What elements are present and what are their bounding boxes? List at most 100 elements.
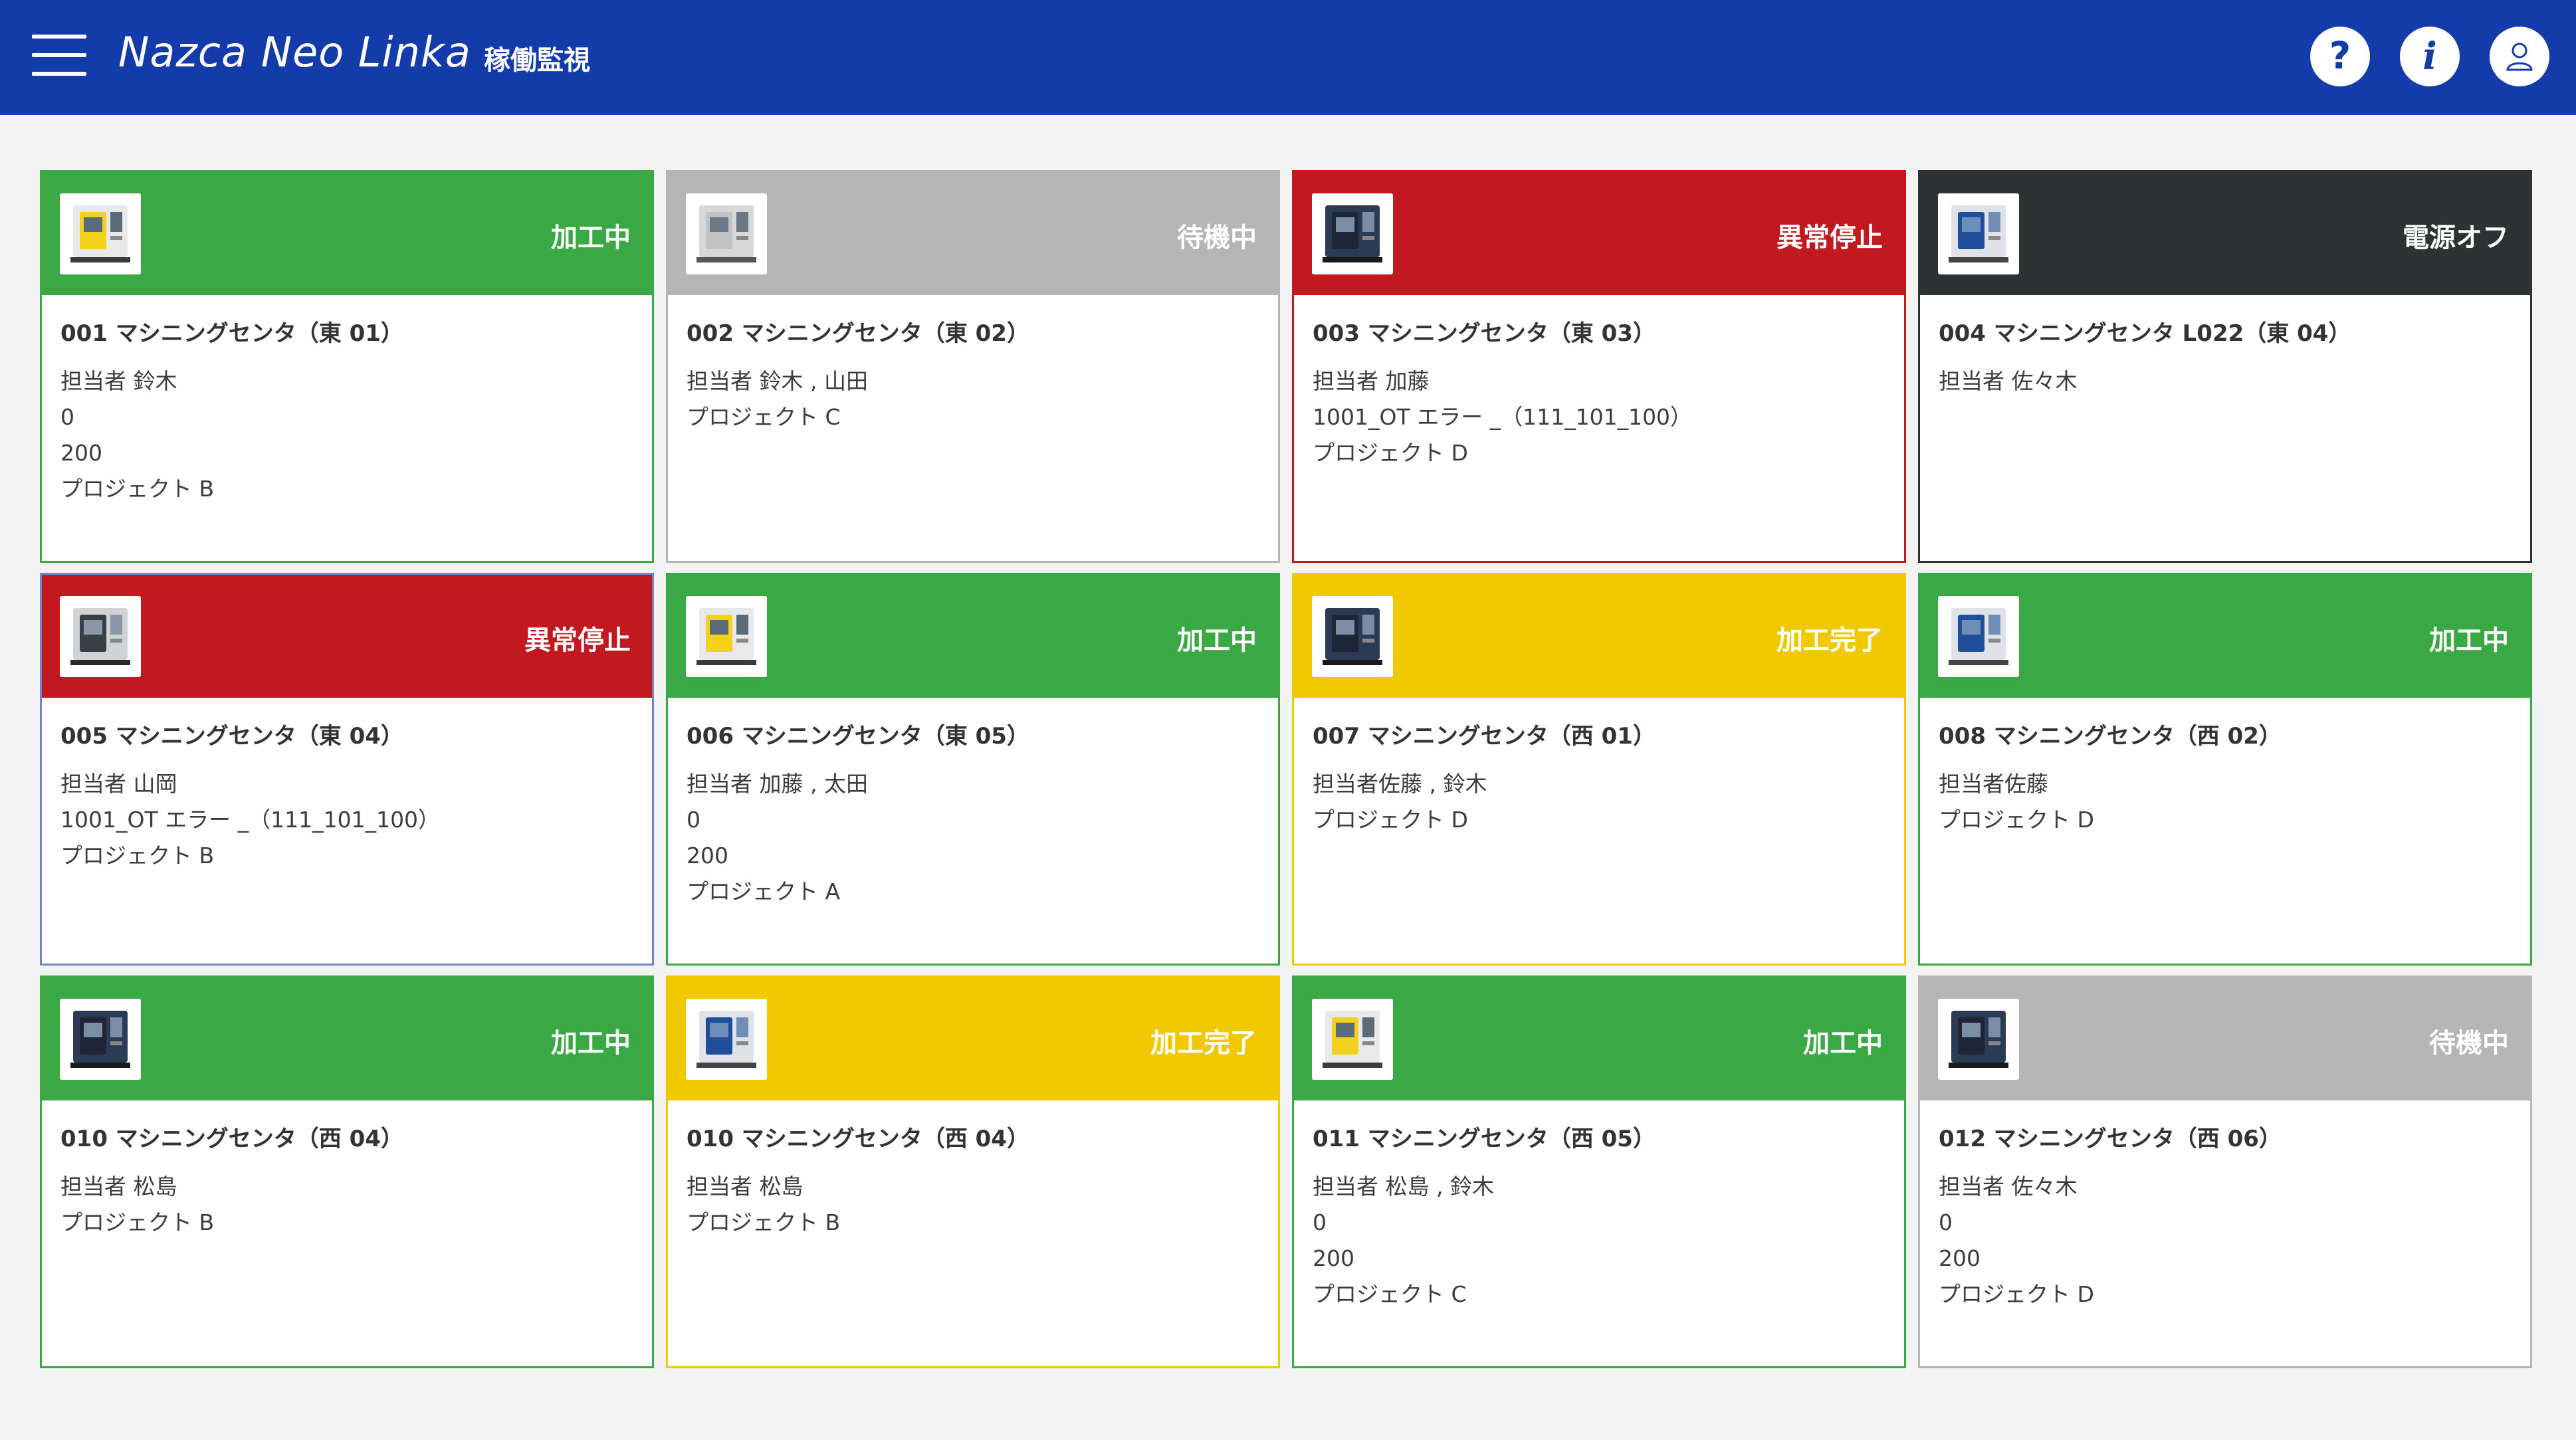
card-detail-line: 0 bbox=[60, 404, 74, 430]
machine-name: 001 マシニングセンタ（東 01） bbox=[60, 320, 403, 347]
card-detail-line: 担当者 佐々木 bbox=[1939, 368, 2078, 394]
machine-card[interactable]: 加工完了 007 マシニングセンタ（西 01） 担当者佐藤 , 鈴木 プロジェクト D bbox=[1292, 573, 1906, 966]
card-detail-line: プロジェクト C bbox=[687, 404, 841, 430]
card-status-header: 加工中 bbox=[1920, 575, 2530, 698]
card-body: 010 マシニングセンタ（西 04） 担当者 松島プロジェクト B bbox=[668, 1100, 1278, 1241]
card-status-header: 待機中 bbox=[668, 172, 1278, 295]
card-detail-line: プロジェクト D bbox=[1939, 1281, 2094, 1307]
help-icon: ? bbox=[2329, 35, 2351, 78]
machine-thumbnail bbox=[1312, 596, 1393, 677]
card-detail-line: プロジェクト B bbox=[687, 1209, 841, 1235]
status-badge: 異常停止 bbox=[524, 625, 631, 656]
machine-name: 007 マシニングセンタ（西 01） bbox=[1313, 723, 1656, 750]
card-body: 002 マシニングセンタ（東 02） 担当者 鈴木 , 山田 プロジェクト C bbox=[668, 295, 1278, 435]
machine-card[interactable]: 加工中 001 マシニングセンタ（東 01） 担当者 鈴木 0 200 プロジェクト B bbox=[40, 170, 654, 563]
card-detail-line: 担当者 山岡 bbox=[60, 771, 177, 797]
status-badge: 待機中 bbox=[2429, 1028, 2509, 1059]
card-detail-line: 担当者 松島 bbox=[60, 1174, 177, 1199]
card-detail-line: 200 bbox=[687, 843, 728, 869]
machine-card[interactable]: 異常停止 003 マシニングセンタ（東 03） 担当者 加藤 1001_OT エラー … bbox=[1292, 170, 1906, 563]
card-detail-line: 担当者 加藤 bbox=[1313, 368, 1430, 394]
machine-thumbnail bbox=[60, 596, 141, 677]
card-detail-line: 担当者佐藤 bbox=[1939, 771, 2048, 797]
machine-thumbnail bbox=[1938, 999, 2019, 1080]
card-detail-line: プロジェクト B bbox=[60, 476, 215, 502]
card-detail-line: 0 bbox=[1313, 1209, 1327, 1235]
status-badge: 加工中 bbox=[551, 1028, 631, 1059]
machine-thumbnail bbox=[60, 193, 141, 274]
machine-thumbnail bbox=[1312, 193, 1393, 274]
card-detail-line: プロジェクト A bbox=[687, 878, 841, 904]
machine-name: 006 マシニングセンタ（東 05） bbox=[687, 723, 1029, 750]
card-detail-line: プロジェクト D bbox=[1313, 440, 1468, 466]
status-badge: 電源オフ bbox=[2403, 223, 2509, 253]
machine-card[interactable]: 加工完了 010 マシニングセンタ（西 04） 担当者 松島プロジェクト B bbox=[666, 976, 1280, 1368]
card-detail-line: 担当者 佐々木 bbox=[1939, 1174, 2078, 1199]
card-body: 010 マシニングセンタ（西 04） 担当者 松島プロジェクト B bbox=[42, 1100, 652, 1241]
card-detail-line: プロジェクト D bbox=[1313, 807, 1468, 833]
machine-card[interactable]: 待機中 002 マシニングセンタ（東 02） 担当者 鈴木 , 山田 プロジェクト C bbox=[666, 170, 1280, 563]
card-status-header: 加工中 bbox=[42, 172, 652, 295]
machine-thumbnail bbox=[686, 999, 767, 1080]
status-badge: 待機中 bbox=[1177, 223, 1257, 253]
card-detail-line: プロジェクト B bbox=[60, 1209, 215, 1235]
card-body: 006 マシニングセンタ（東 05） 担当者 加藤 , 太田 0 200 プロジェクト … bbox=[668, 698, 1278, 910]
card-detail-line: 1001_OT エラー _（111_101_100） bbox=[60, 807, 441, 833]
user-button[interactable] bbox=[2490, 27, 2549, 86]
machine-name: 011 マシニングセンタ（西 05） bbox=[1313, 1126, 1656, 1152]
machine-name: 010 マシニングセンタ（西 04） bbox=[687, 1126, 1029, 1152]
machine-thumbnail bbox=[1938, 596, 2019, 677]
page-title: 稼働監視 bbox=[484, 45, 590, 76]
card-detail-line: 0 bbox=[1939, 1209, 1953, 1235]
card-detail-line: 担当者 松島 bbox=[687, 1174, 804, 1199]
user-icon bbox=[2506, 43, 2533, 71]
card-detail-line: 200 bbox=[1939, 1245, 1981, 1271]
machine-thumbnail bbox=[686, 596, 767, 677]
card-detail-line: プロジェクト B bbox=[60, 843, 215, 869]
machine-thumbnail bbox=[60, 999, 141, 1080]
machine-name: 008 マシニングセンタ（西 02） bbox=[1939, 723, 2282, 750]
card-body: 001 マシニングセンタ（東 01） 担当者 鈴木 0 200 プロジェクト B bbox=[42, 295, 652, 507]
card-body: 005 マシニングセンタ（東 04） 担当者 山岡 1001_OT エラー _（11… bbox=[42, 698, 652, 874]
help-button[interactable]: ? bbox=[2310, 27, 2370, 86]
card-detail-line: 担当者 鈴木 , 山田 bbox=[687, 368, 868, 394]
card-status-header: 加工中 bbox=[42, 977, 652, 1100]
card-detail-line: プロジェクト C bbox=[1313, 1281, 1467, 1307]
card-body: 004 マシニングセンタ L022（東 04） 担当者 佐々木 bbox=[1920, 295, 2530, 399]
machine-thumbnail bbox=[686, 193, 767, 274]
card-body: 008 マシニングセンタ（西 02） 担当者佐藤プロジェクト D bbox=[1920, 698, 2530, 838]
machine-card[interactable]: 加工中 008 マシニングセンタ（西 02） 担当者佐藤プロジェクト D bbox=[1918, 573, 2532, 966]
status-badge: 加工完了 bbox=[1150, 1028, 1257, 1059]
card-status-header: 待機中 bbox=[1920, 977, 2530, 1100]
card-detail-line: 1001_OT エラー _（111_101_100） bbox=[1313, 404, 1693, 430]
status-badge: 加工中 bbox=[1803, 1028, 1883, 1059]
status-badge: 加工中 bbox=[2429, 625, 2509, 656]
card-detail-line: 0 bbox=[687, 807, 700, 833]
machine-name: 005 マシニングセンタ（東 04） bbox=[60, 723, 403, 750]
card-body: 011 マシニングセンタ（西 05） 担当者 松島 , 鈴木 0 200 プロジェクト … bbox=[1294, 1100, 1904, 1312]
card-detail-line: 200 bbox=[1313, 1245, 1354, 1271]
info-icon: i bbox=[2422, 35, 2437, 78]
card-detail-line: プロジェクト D bbox=[1939, 807, 2094, 833]
app-header: Nazca Neo Linka 稼働監視 ? i bbox=[0, 0, 2576, 115]
card-detail-line: 担当者佐藤 , 鈴木 bbox=[1313, 771, 1487, 797]
info-button[interactable]: i bbox=[2400, 27, 2460, 86]
card-status-header: 加工中 bbox=[668, 575, 1278, 698]
machine-name: 002 マシニングセンタ（東 02） bbox=[687, 320, 1029, 347]
machine-name: 004 マシニングセンタ L022（東 04） bbox=[1939, 320, 2351, 347]
machine-card[interactable]: 電源オフ 004 マシニングセンタ L022（東 04） 担当者 佐々木 bbox=[1918, 170, 2532, 563]
machine-card[interactable]: 異常停止 005 マシニングセンタ（東 04） 担当者 山岡 1001_OT エラー … bbox=[40, 573, 654, 966]
machine-card[interactable]: 加工中 011 マシニングセンタ（西 05） 担当者 松島 , 鈴木 0 200 プロジェ… bbox=[1292, 976, 1906, 1368]
card-body: 007 マシニングセンタ（西 01） 担当者佐藤 , 鈴木 プロジェクト D bbox=[1294, 698, 1904, 838]
card-status-header: 異常停止 bbox=[42, 575, 652, 698]
machine-card[interactable]: 待機中 012 マシニングセンタ（西 06） 担当者 佐々木 0 200 プロジェクト D bbox=[1918, 976, 2532, 1368]
machine-grid: 加工中 001 マシニングセンタ（東 01） 担当者 鈴木 0 200 プロジェクト B … bbox=[40, 170, 2532, 1368]
machine-name: 010 マシニングセンタ（西 04） bbox=[60, 1126, 403, 1152]
card-body: 003 マシニングセンタ（東 03） 担当者 加藤 1001_OT エラー _（11… bbox=[1294, 295, 1904, 471]
status-badge: 加工完了 bbox=[1776, 625, 1883, 656]
menu-icon[interactable] bbox=[32, 35, 86, 76]
machine-card[interactable]: 加工中 010 マシニングセンタ（西 04） 担当者 松島プロジェクト B bbox=[40, 976, 654, 1368]
status-badge: 加工中 bbox=[551, 223, 631, 253]
card-status-header: 加工中 bbox=[1294, 977, 1904, 1100]
machine-card[interactable]: 加工中 006 マシニングセンタ（東 05） 担当者 加藤 , 太田 0 200 プロジェ… bbox=[666, 573, 1280, 966]
